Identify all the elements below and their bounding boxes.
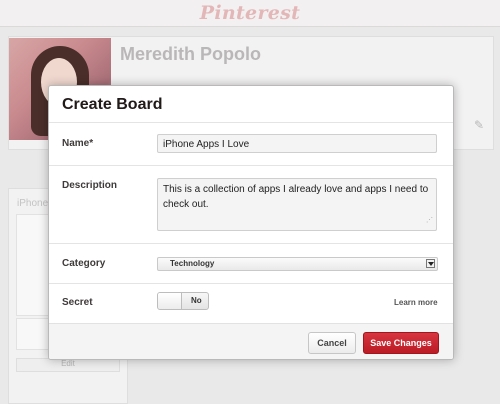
board-edit-button[interactable]: Edit <box>16 358 120 372</box>
pinterest-logo[interactable]: Pinterest <box>200 2 300 24</box>
description-text: This is a collection of apps I already l… <box>163 184 429 210</box>
divider <box>49 243 453 244</box>
secret-label: Secret <box>62 297 93 308</box>
divider <box>49 122 453 123</box>
dialog-title: Create Board <box>62 96 163 113</box>
resize-grip-icon[interactable]: ⋰ <box>426 213 433 228</box>
category-value: Technology <box>170 259 215 268</box>
divider <box>49 165 453 166</box>
category-label: Category <box>62 258 106 269</box>
board-name-input[interactable]: iPhone Apps I Love <box>157 134 437 153</box>
dialog-footer: Cancel Save Changes <box>49 323 453 359</box>
learn-more-link[interactable]: Learn more <box>394 298 438 307</box>
chevron-down-icon[interactable] <box>426 259 435 268</box>
name-label: Name* <box>62 138 94 149</box>
toggle-knob[interactable] <box>158 293 182 309</box>
top-bar: Pinterest <box>0 0 500 27</box>
board-thumbnail <box>16 318 50 350</box>
description-textarea[interactable]: This is a collection of apps I already l… <box>157 178 437 231</box>
create-board-dialog: Create Board Name* iPhone Apps I Love De… <box>48 85 454 360</box>
toggle-state-label: No <box>191 296 202 305</box>
description-label: Description <box>62 180 118 191</box>
save-changes-button[interactable]: Save Changes <box>363 332 439 354</box>
board-title: iPhone <box>17 198 49 209</box>
pencil-icon[interactable]: ✎ <box>474 118 484 132</box>
profile-name: Meredith Popolo <box>120 44 261 64</box>
cancel-button[interactable]: Cancel <box>308 332 356 354</box>
divider <box>49 283 453 284</box>
secret-toggle[interactable]: No <box>157 292 209 310</box>
category-select[interactable]: Technology <box>157 257 438 271</box>
